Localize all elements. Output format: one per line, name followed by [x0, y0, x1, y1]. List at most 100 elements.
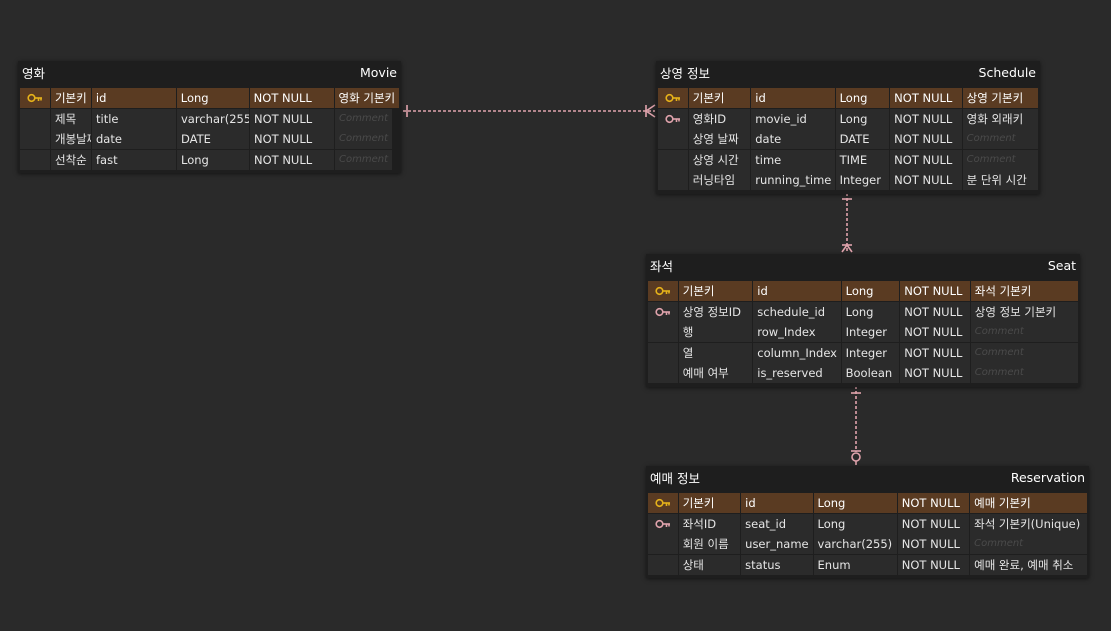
data-type[interactable]: Long [841, 301, 900, 322]
comment-placeholder[interactable]: Comment [970, 322, 1078, 342]
field-label[interactable]: 러닝타임 [688, 170, 751, 190]
comment[interactable]: 영화 외래키 [962, 108, 1038, 129]
column-row[interactable]: 제목 title varchar(255) NOT NULL Comment [20, 108, 399, 129]
nullable[interactable]: NOT NULL [250, 149, 334, 170]
field-label[interactable]: 기본키 [50, 88, 91, 108]
nullable[interactable]: NOT NULL [897, 493, 970, 513]
comment[interactable]: 상영 정보 기본키 [970, 301, 1078, 322]
nullable[interactable]: NOT NULL [897, 554, 970, 575]
column-name[interactable]: is_reserved [753, 363, 841, 383]
column-row[interactable]: 상영 정보ID schedule_id Long NOT NULL 상영 정보 기본키 [648, 301, 1078, 322]
entity-reservation[interactable]: 예매 정보 Reservation 기본키 id Long NOT NULL 예매 기본… [646, 466, 1089, 578]
entity-movie[interactable]: 영화 Movie 기본키 id Long NOT NULL 영화 기본키 제목 title v… [18, 61, 401, 173]
data-type[interactable]: Long [176, 88, 249, 108]
nullable[interactable]: NOT NULL [249, 88, 334, 108]
column-row[interactable]: 기본키 id Long NOT NULL 영화 기본키 [20, 88, 400, 108]
column-row[interactable]: 열 column_Index Integer NOT NULL Comment [648, 342, 1078, 363]
comment[interactable]: 좌석 기본키(Unique) [970, 513, 1087, 534]
field-label[interactable]: 제목 [51, 108, 91, 129]
comment[interactable]: 예매 완료, 예매 취소 [970, 554, 1087, 575]
field-label[interactable]: 좌석ID [678, 513, 741, 534]
entity-header[interactable]: 예매 정보 Reservation [646, 466, 1089, 488]
field-label[interactable]: 행 [678, 322, 753, 342]
comment[interactable]: 분 단위 시간 [962, 170, 1038, 190]
data-type[interactable]: DATE [835, 129, 890, 149]
nullable[interactable]: NOT NULL [250, 108, 334, 129]
column-name[interactable]: time [751, 149, 835, 170]
column-name[interactable]: fast [92, 149, 176, 170]
entity-schedule[interactable]: 상영 정보 Schedule 기본키 id Long NOT NULL 상영 기본키 영화… [656, 61, 1040, 194]
column-row[interactable]: 기본키 id Long NOT NULL 좌석 기본키 [648, 281, 1078, 301]
nullable[interactable]: NOT NULL [900, 281, 970, 301]
data-type[interactable]: Long [177, 149, 249, 170]
data-type[interactable]: Long [813, 493, 897, 513]
data-type[interactable]: DATE [177, 129, 249, 149]
nullable[interactable]: NOT NULL [890, 149, 962, 170]
comment[interactable]: 예매 기본키 [970, 493, 1087, 513]
nullable[interactable]: NOT NULL [890, 129, 962, 149]
nullable[interactable]: NOT NULL [897, 513, 970, 534]
column-row[interactable]: 좌석ID seat_id Long NOT NULL 좌석 기본키(Unique) [648, 513, 1087, 534]
data-type[interactable]: Integer [841, 322, 900, 342]
data-type[interactable]: varchar(255) [813, 534, 897, 554]
field-label[interactable]: 영화ID [688, 108, 751, 129]
comment-placeholder[interactable]: Comment [970, 342, 1078, 363]
column-name[interactable]: row_Index [753, 322, 841, 342]
column-name[interactable]: schedule_id [753, 301, 841, 322]
column-name[interactable]: id [751, 88, 835, 108]
field-label[interactable]: 기본키 [678, 493, 741, 513]
column-name[interactable]: id [741, 493, 813, 513]
nullable[interactable]: NOT NULL [900, 301, 970, 322]
column-name[interactable]: running_time [751, 170, 835, 190]
data-type[interactable]: Long [813, 513, 897, 534]
comment-placeholder[interactable]: Comment [970, 534, 1087, 554]
field-label[interactable]: 개봉날짜 [51, 129, 91, 149]
data-type[interactable]: TIME [835, 149, 890, 170]
data-type[interactable]: Long [841, 281, 900, 301]
nullable[interactable]: NOT NULL [900, 322, 970, 342]
column-row[interactable]: 회원 이름 user_name varchar(255) NOT NULL Commen… [648, 534, 1087, 554]
data-type[interactable]: Integer [835, 170, 890, 190]
column-name[interactable]: date [751, 129, 835, 149]
comment-placeholder[interactable]: Comment [335, 129, 392, 149]
nullable[interactable]: NOT NULL [900, 342, 970, 363]
nullable[interactable]: NOT NULL [897, 534, 970, 554]
data-type[interactable]: Boolean [841, 363, 900, 383]
field-label[interactable]: 예매 여부 [678, 363, 753, 383]
column-name[interactable]: seat_id [741, 513, 813, 534]
column-name[interactable]: id [91, 88, 176, 108]
field-label[interactable]: 열 [678, 342, 753, 363]
data-type[interactable]: varchar(255) [177, 108, 249, 129]
field-label[interactable]: 상영 날짜 [688, 129, 751, 149]
column-name[interactable]: title [92, 108, 176, 129]
column-row[interactable]: 행 row_Index Integer NOT NULL Comment [648, 322, 1078, 342]
column-row[interactable]: 상영 날짜 date DATE NOT NULL Comment [658, 129, 1038, 149]
nullable[interactable]: NOT NULL [890, 108, 962, 129]
comment[interactable]: 영화 기본키 [334, 88, 400, 108]
column-row[interactable]: 기본키 id Long NOT NULL 예매 기본키 [648, 493, 1087, 513]
comment-placeholder[interactable]: Comment [970, 363, 1078, 383]
column-name[interactable]: id [753, 281, 841, 301]
column-name[interactable]: date [92, 129, 176, 149]
comment-placeholder[interactable]: Comment [335, 149, 392, 170]
column-name[interactable]: column_Index [753, 342, 841, 363]
column-name[interactable]: status [741, 554, 813, 575]
nullable[interactable]: NOT NULL [900, 363, 970, 383]
column-row[interactable]: 개봉날짜dateDATENOT NULLComment [20, 129, 399, 149]
data-type[interactable]: Long [835, 108, 890, 129]
field-label[interactable]: 상영 시간 [688, 149, 751, 170]
entity-seat[interactable]: 좌석 Seat 기본키 id Long NOT NULL 좌석 기본키 상영 정보ID sc… [646, 254, 1080, 387]
comment[interactable]: 상영 기본키 [962, 88, 1038, 108]
field-label[interactable]: 상영 정보ID [678, 301, 753, 322]
field-label[interactable]: 회원 이름 [678, 534, 741, 554]
data-type[interactable]: Integer [841, 342, 900, 363]
column-name[interactable]: user_name [741, 534, 813, 554]
nullable[interactable]: NOT NULL [250, 129, 334, 149]
column-row[interactable]: 예매 여부 is_reserved Boolean NOT NULL Comment [648, 363, 1078, 383]
column-row[interactable]: 러닝타임 running_time Integer NOT NULL 분 단위 시간 [658, 170, 1038, 190]
comment[interactable]: 좌석 기본키 [970, 281, 1078, 301]
entity-header[interactable]: 영화 Movie [18, 61, 401, 83]
comment-placeholder[interactable]: Comment [335, 108, 392, 129]
comment-placeholder[interactable]: Comment [962, 149, 1038, 170]
field-label[interactable]: 기본키 [688, 88, 751, 108]
